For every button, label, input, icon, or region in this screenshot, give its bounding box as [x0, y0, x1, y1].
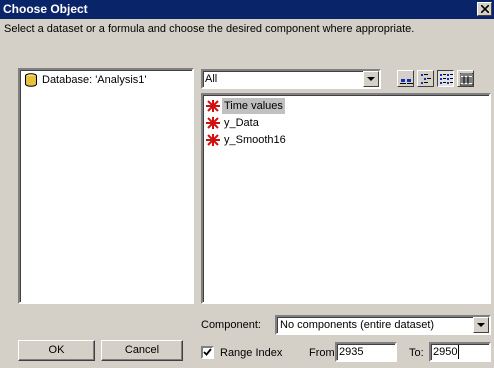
ok-button[interactable]: OK	[18, 340, 95, 361]
list-item-label: Time values	[222, 98, 285, 114]
to-value: 2950	[433, 345, 460, 359]
close-icon	[481, 5, 489, 13]
list-view-button[interactable]	[437, 70, 454, 87]
to-input[interactable]: 2950	[429, 342, 491, 362]
from-label: From	[309, 347, 335, 359]
chevron-down-icon	[367, 77, 375, 81]
filter-value: All	[205, 73, 218, 85]
red-star-icon	[206, 100, 220, 112]
from-input[interactable]: 2935	[335, 342, 397, 362]
close-button[interactable]	[477, 2, 492, 16]
component-dropdown[interactable]: No components (entire dataset)	[275, 315, 491, 335]
checkmark-icon	[203, 348, 212, 356]
title-bar: Choose Object	[0, 0, 494, 19]
dataset-list[interactable]: Time values y_Data y_Smooth16	[201, 93, 491, 304]
database-icon	[25, 73, 37, 87]
red-star-icon	[206, 134, 220, 146]
details-view-icon	[460, 73, 473, 86]
list-item-label: y_Smooth16	[224, 134, 286, 146]
details-view-button[interactable]	[457, 70, 474, 87]
filter-dropdown[interactable]: All	[201, 69, 381, 89]
large-icons-view-icon	[400, 79, 413, 84]
filter-dropdown-arrow[interactable]	[363, 71, 379, 87]
component-dropdown-arrow[interactable]	[473, 317, 489, 333]
instruction-text: Select a dataset or a formula and choose…	[4, 23, 415, 35]
window-title: Choose Object	[3, 2, 88, 16]
large-icons-view-button[interactable]	[397, 70, 414, 87]
cancel-button[interactable]: Cancel	[101, 340, 183, 361]
to-label: To:	[409, 347, 424, 359]
component-value: No components (entire dataset)	[280, 319, 435, 331]
from-value: 2935	[339, 346, 364, 358]
red-star-icon	[206, 117, 220, 129]
component-label: Component:	[201, 319, 261, 331]
list-item-label: y_Data	[224, 117, 259, 129]
list-view-icon	[440, 74, 453, 84]
ok-button-label: OK	[48, 344, 65, 356]
database-tree[interactable]: Database: 'Analysis1'	[18, 68, 194, 304]
small-icons-view-icon	[421, 74, 431, 84]
small-icons-view-button[interactable]	[417, 70, 434, 87]
range-index-label: Range Index	[220, 347, 283, 359]
chevron-down-icon	[477, 323, 485, 327]
tree-item-label: Database: 'Analysis1'	[42, 74, 147, 86]
range-index-checkbox[interactable]	[201, 346, 214, 359]
cancel-button-label: Cancel	[124, 344, 160, 356]
